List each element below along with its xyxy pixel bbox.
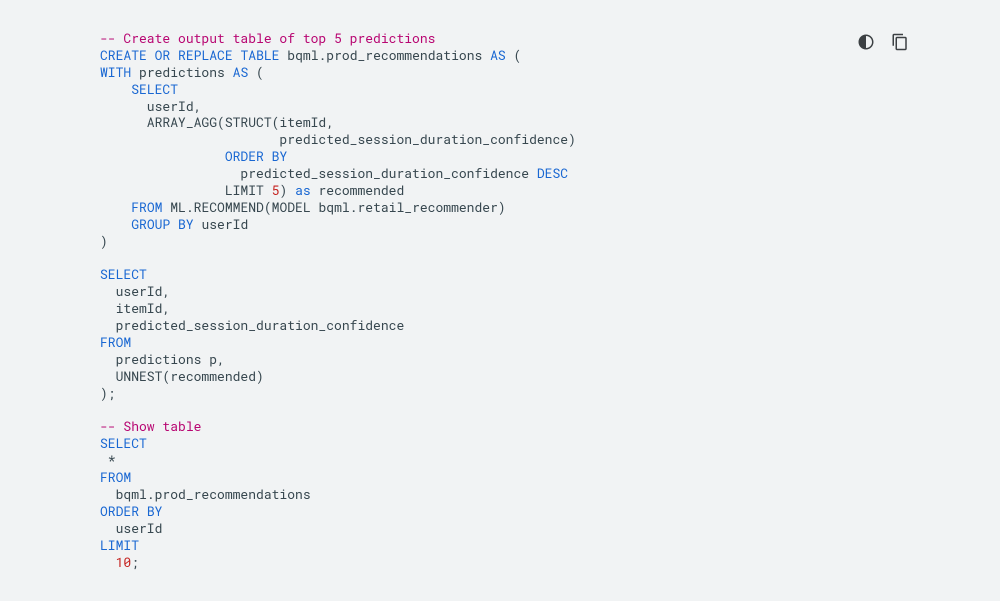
code-token-plain: * xyxy=(100,451,116,469)
theme-toggle-icon[interactable] xyxy=(856,32,876,52)
code-token-plain: ML.RECOMMEND(MODEL bqml.retail_recommend… xyxy=(162,198,505,216)
code-token-plain xyxy=(147,46,155,64)
code-token-keyword: SELECT xyxy=(100,434,147,452)
code-token-keyword: FROM xyxy=(100,468,131,486)
code-token-keyword: WITH xyxy=(100,63,131,81)
code-token-plain xyxy=(139,502,147,520)
code-token-plain xyxy=(100,80,131,98)
code-token-plain xyxy=(100,147,225,165)
code-token-plain: ) xyxy=(100,232,108,250)
code-token-keyword: SELECT xyxy=(131,80,178,98)
code-token-keyword: ORDER xyxy=(100,502,139,520)
code-token-plain: ( xyxy=(506,46,522,64)
code-token-plain: UNNEST(recommended) xyxy=(100,367,264,385)
code-token-plain xyxy=(170,215,178,233)
code-token-plain: predictions xyxy=(131,63,232,81)
code-token-plain xyxy=(170,46,178,64)
code-token-keyword: REPLACE xyxy=(178,46,233,64)
code-token-keyword: LIMIT xyxy=(100,536,139,554)
code-token-comment: -- Create output table of top 5 predicti… xyxy=(100,29,435,47)
code-token-keyword: SELECT xyxy=(100,265,147,283)
code-token-plain xyxy=(264,147,272,165)
code-token-plain: ; xyxy=(131,553,139,571)
code-token-keyword: BY xyxy=(178,215,194,233)
code-token-keyword: TABLE xyxy=(240,46,279,64)
code-token-number: 10 xyxy=(116,553,132,571)
code-token-keyword: DESC xyxy=(537,164,568,182)
code-token-plain: bqml.prod_recommendations xyxy=(100,485,311,503)
code-token-keyword: OR xyxy=(155,46,171,64)
copy-icon[interactable] xyxy=(890,32,910,52)
code-token-keyword: FROM xyxy=(100,333,131,351)
code-token-keyword: FROM xyxy=(131,198,162,216)
code-actions-toolbar xyxy=(856,32,910,52)
code-token-plain: predicted_session_duration_confidence xyxy=(100,164,537,182)
code-token-plain: predictions p, xyxy=(100,350,225,368)
code-token-keyword: BY xyxy=(147,502,163,520)
code-token-keyword: AS xyxy=(490,46,506,64)
code-token-plain: ); xyxy=(100,384,116,402)
code-token-comment: -- Show table xyxy=(100,417,201,435)
code-token-plain: userId, xyxy=(100,97,201,115)
code-block-container: -- Create output table of top 5 predicti… xyxy=(0,30,1000,571)
code-token-plain: userId, xyxy=(100,282,170,300)
code-token-plain: LIMIT xyxy=(100,181,272,199)
code-token-plain: recommended xyxy=(311,181,405,199)
code-token-keyword: GROUP xyxy=(131,215,170,233)
code-token-keyword: AS xyxy=(233,63,249,81)
code-token-plain: ARRAY_AGG(STRUCT(itemId, xyxy=(100,113,334,131)
code-token-plain: itemId, xyxy=(100,299,170,317)
code-token-plain: userId xyxy=(100,519,162,537)
code-token-keyword: CREATE xyxy=(100,46,147,64)
code-token-plain: userId xyxy=(194,215,249,233)
code-token-plain: ) xyxy=(279,181,295,199)
code-token-plain: predicted_session_duration_confidence xyxy=(100,316,404,334)
code-token-plain: predicted_session_duration_confidence) xyxy=(100,130,576,148)
code-token-plain xyxy=(100,215,131,233)
code-token-plain: ( xyxy=(248,63,264,81)
code-token-keyword: BY xyxy=(272,147,288,165)
code-token-keyword: as xyxy=(295,181,311,199)
code-token-plain xyxy=(100,198,131,216)
code-token-plain xyxy=(100,553,116,571)
code-token-plain: bqml.prod_recommendations xyxy=(279,46,490,64)
sql-code-block: -- Create output table of top 5 predicti… xyxy=(100,30,900,571)
code-token-keyword: ORDER xyxy=(225,147,264,165)
